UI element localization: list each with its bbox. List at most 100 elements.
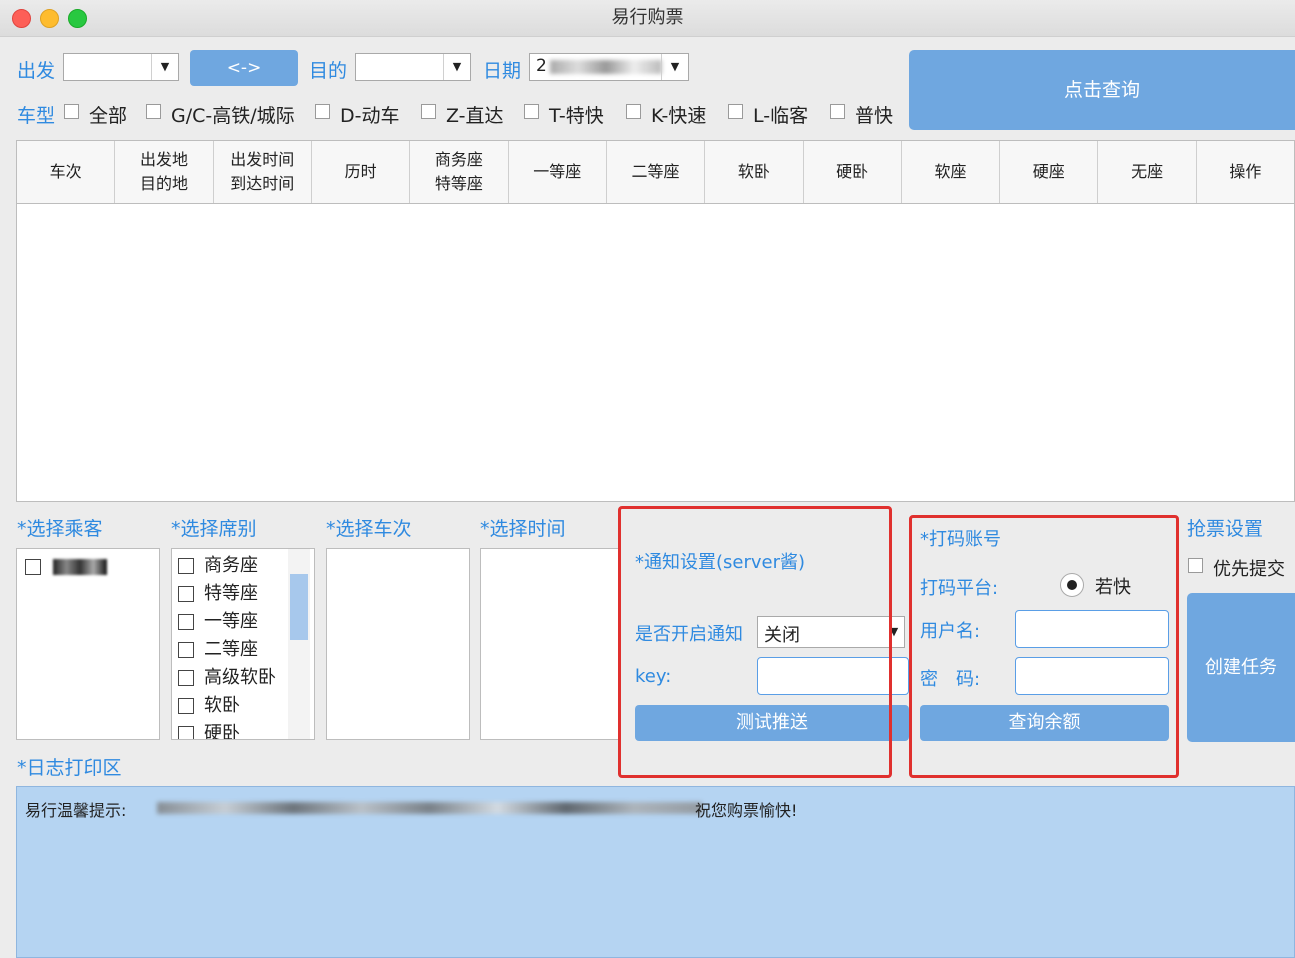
column-header-text: 一等座 [533, 162, 582, 181]
seat-option[interactable]: 一等座 [172, 608, 284, 636]
column-header: 硬卧 [804, 141, 902, 203]
train-type-label: 车型 [17, 105, 56, 127]
seat-option-label: 特等座 [204, 583, 258, 604]
seat-checkbox[interactable] [178, 670, 194, 686]
seat-option[interactable]: 商务座 [172, 552, 284, 580]
date-select[interactable]: 2 ▼ [529, 53, 689, 81]
train-section-label: *选择车次 [326, 518, 412, 540]
type-z-label: Z-直达 [446, 105, 504, 127]
swap-button[interactable]: <-> [190, 50, 298, 86]
to-select[interactable]: ▼ [355, 53, 471, 81]
column-header: 历时 [312, 141, 411, 203]
column-header: 出发时间 到达时间 [214, 141, 312, 203]
seat-checkbox[interactable] [178, 698, 194, 714]
seat-list[interactable]: 商务座特等座一等座二等座高级软卧软卧硬卧 [171, 548, 315, 740]
seat-option[interactable]: 二等座 [172, 636, 284, 664]
column-header-text: 硬座 [1032, 162, 1065, 181]
table-header: 车次 出发地 目的地 出发时间 到达时间 历时 商务座 特等座 一等座 二等座 软卧 硬卧 软座 硬座 无座… [17, 141, 1294, 204]
column-header-text: 商务座 [434, 150, 483, 169]
log-prefix: 易行温馨提示: [25, 801, 127, 820]
type-l-label: L-临客 [753, 105, 809, 127]
grab-title: 抢票设置 [1187, 518, 1264, 540]
chevron-down-icon: ▼ [151, 54, 178, 80]
chevron-down-icon: ▼ [443, 54, 470, 80]
type-d-label: D-动车 [340, 105, 400, 127]
seat-checkbox[interactable] [178, 642, 194, 658]
priority-label: 优先提交 [1213, 559, 1285, 580]
passenger-section-label: *选择乘客 [17, 518, 103, 540]
column-header: 硬座 [1000, 141, 1099, 203]
results-table[interactable]: 车次 出发地 目的地 出发时间 到达时间 历时 商务座 特等座 一等座 二等座 软卧 硬卧 软座 硬座 无座… [16, 140, 1295, 502]
type-k-label: K-快速 [651, 105, 707, 127]
date-value: 2 [536, 56, 547, 76]
type-pk-checkbox[interactable] [830, 104, 845, 119]
blurred-date [550, 60, 662, 74]
column-header-text: 软卧 [737, 162, 770, 181]
query-button[interactable]: 点击查询 [909, 50, 1295, 130]
seat-checkbox[interactable] [178, 586, 194, 602]
seat-list-scroll-thumb[interactable] [290, 574, 308, 640]
date-label: 日期 [483, 60, 522, 82]
passenger-list[interactable] [16, 548, 160, 740]
passenger-checkbox[interactable] [25, 559, 41, 575]
type-t-checkbox[interactable] [524, 104, 539, 119]
priority-checkbox[interactable] [1188, 558, 1203, 573]
column-header-text: 目的地 [139, 174, 188, 193]
column-header: 二等座 [607, 141, 706, 203]
type-z-checkbox[interactable] [421, 104, 436, 119]
type-d-checkbox[interactable] [315, 104, 330, 119]
column-header-text: 硬卧 [836, 162, 869, 181]
column-header: 车次 [17, 141, 116, 203]
seat-option-label: 高级软卧 [204, 667, 276, 688]
column-header-text: 二等座 [631, 162, 680, 181]
column-header-text: 软座 [934, 162, 967, 181]
column-header: 无座 [1098, 141, 1197, 203]
notify-highlight-box [618, 506, 892, 778]
type-k-checkbox[interactable] [626, 104, 641, 119]
column-header-text: 出发地 [139, 150, 188, 169]
column-header: 商务座 特等座 [410, 141, 509, 203]
seat-option[interactable]: 硬卧 [172, 720, 284, 739]
seat-option[interactable]: 软卧 [172, 692, 284, 720]
create-task-button[interactable]: 创建任务 [1187, 593, 1295, 742]
type-all-label: 全部 [89, 105, 128, 127]
log-suffix: 祝您购票愉快! [695, 801, 798, 820]
column-header-text: 到达时间 [230, 174, 295, 193]
column-header-text: 特等座 [434, 174, 483, 193]
blurred-passenger-name [53, 559, 107, 575]
column-header: 操作 [1197, 141, 1294, 203]
type-g-checkbox[interactable] [146, 104, 161, 119]
chevron-down-icon: ▼ [661, 54, 688, 80]
time-section-label: *选择时间 [480, 518, 566, 540]
window-title: 易行购票 [611, 7, 684, 28]
type-all-checkbox[interactable] [64, 104, 79, 119]
log-area[interactable]: 易行温馨提示: 祝您购票愉快! [16, 786, 1295, 958]
column-header-text: 出发时间 [230, 150, 295, 169]
seat-checkbox[interactable] [178, 558, 194, 574]
blurred-log-text [157, 802, 702, 814]
time-list[interactable] [480, 548, 620, 740]
column-header: 一等座 [509, 141, 607, 203]
type-l-checkbox[interactable] [728, 104, 743, 119]
seat-option[interactable]: 特等座 [172, 580, 284, 608]
seat-section-label: *选择席别 [171, 518, 257, 540]
train-list[interactable] [326, 548, 470, 740]
from-label: 出发 [17, 60, 56, 82]
column-header-text: 历时 [344, 162, 377, 181]
seat-option-label: 二等座 [204, 639, 258, 660]
column-header: 软卧 [705, 141, 804, 203]
from-select[interactable]: ▼ [63, 53, 179, 81]
type-pk-label: 普快 [855, 105, 894, 127]
seat-checkbox[interactable] [178, 614, 194, 630]
column-header: 出发地 目的地 [115, 141, 214, 203]
column-header-text: 操作 [1229, 162, 1262, 181]
log-section-label: *日志打印区 [17, 757, 122, 779]
column-header-text: 车次 [49, 162, 82, 181]
seat-option-label: 软卧 [204, 695, 240, 716]
seat-option-label: 商务座 [204, 555, 258, 576]
seat-checkbox[interactable] [178, 726, 194, 739]
column-header-text: 无座 [1131, 162, 1164, 181]
type-g-label: G/C-高铁/城际 [171, 105, 295, 127]
to-label: 目的 [309, 60, 348, 82]
seat-option[interactable]: 高级软卧 [172, 664, 284, 692]
